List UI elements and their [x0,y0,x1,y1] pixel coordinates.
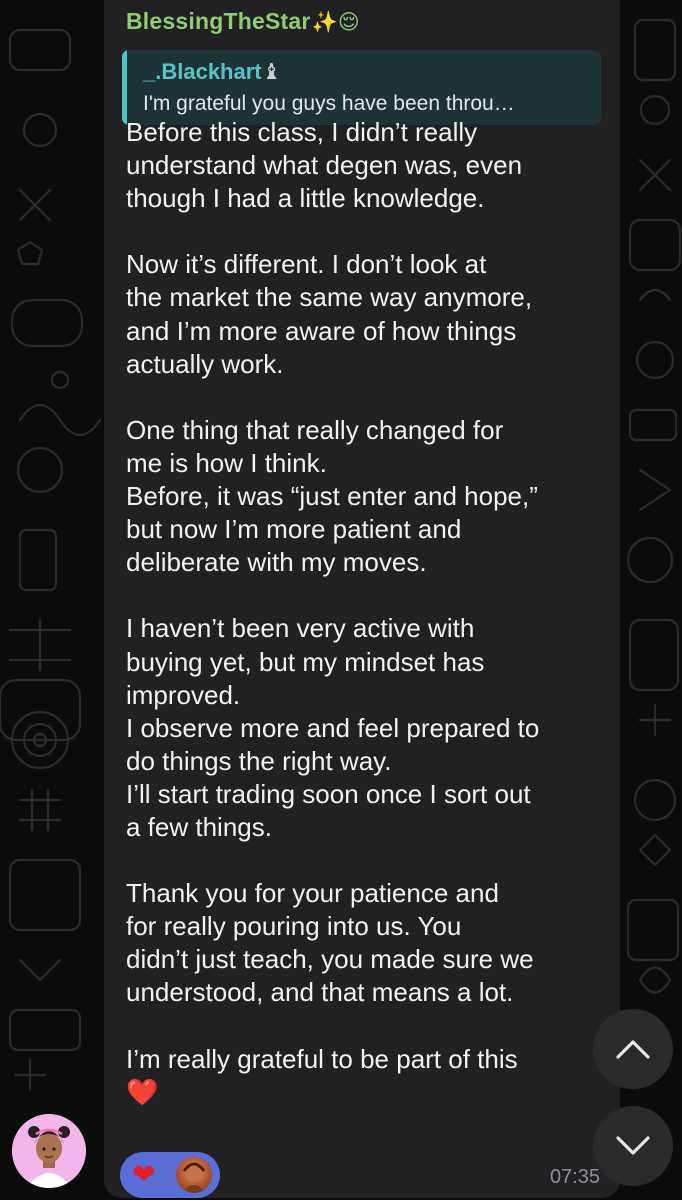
message-paragraph: Before this class, I didn’t really under… [126,117,523,214]
reply-accent-bar [122,50,127,125]
sender-name[interactable]: BlessingTheStar✨😌 [126,8,360,35]
message-paragraph: One thing that really changed for me is … [126,414,538,578]
user-avatar-image [12,1114,86,1188]
closing-heart-emoji: ❤️ [126,1076,159,1107]
reply-author: _.Blackhart♝ [143,59,281,85]
chevron-up-icon [616,1040,650,1059]
message-paragraph: I haven’t been very active with buying y… [126,613,540,842]
chevron-down-icon [616,1136,650,1155]
sender-emoji: ✨😌 [311,11,360,34]
reactor-avatar-image [182,1162,206,1193]
message-time: 07:35 [549,1166,600,1188]
message-paragraph: I’m really grateful to be part of this [126,1043,518,1074]
message-text: Before this class, I didn’t really under… [126,116,606,1109]
sender-name-text[interactable]: BlessingTheStar [126,8,311,34]
reply-preview[interactable]: _.Blackhart♝ I'm grateful you guys have … [122,50,601,125]
heart-reaction-icon[interactable]: ❤ [132,1160,155,1190]
reactor-avatar [176,1157,212,1193]
scroll-down-button[interactable] [593,1106,673,1186]
message-bubble[interactable]: BlessingTheStar✨😌 _.Blackhart♝ I'm grate… [104,0,620,1198]
user-avatar[interactable] [12,1114,86,1188]
scroll-up-button[interactable] [593,1009,673,1089]
reply-text: I'm grateful you guys have been throu… [143,92,515,115]
message-paragraph: Now it’s different. I don’t look at the … [126,249,533,379]
reply-author-text: _.Blackhart [143,59,262,84]
message-paragraph: Thank you for your patience and for real… [126,878,534,1008]
chess-piece-icon: ♝ [261,59,282,84]
reaction-pill[interactable]: ❤ [120,1152,220,1198]
